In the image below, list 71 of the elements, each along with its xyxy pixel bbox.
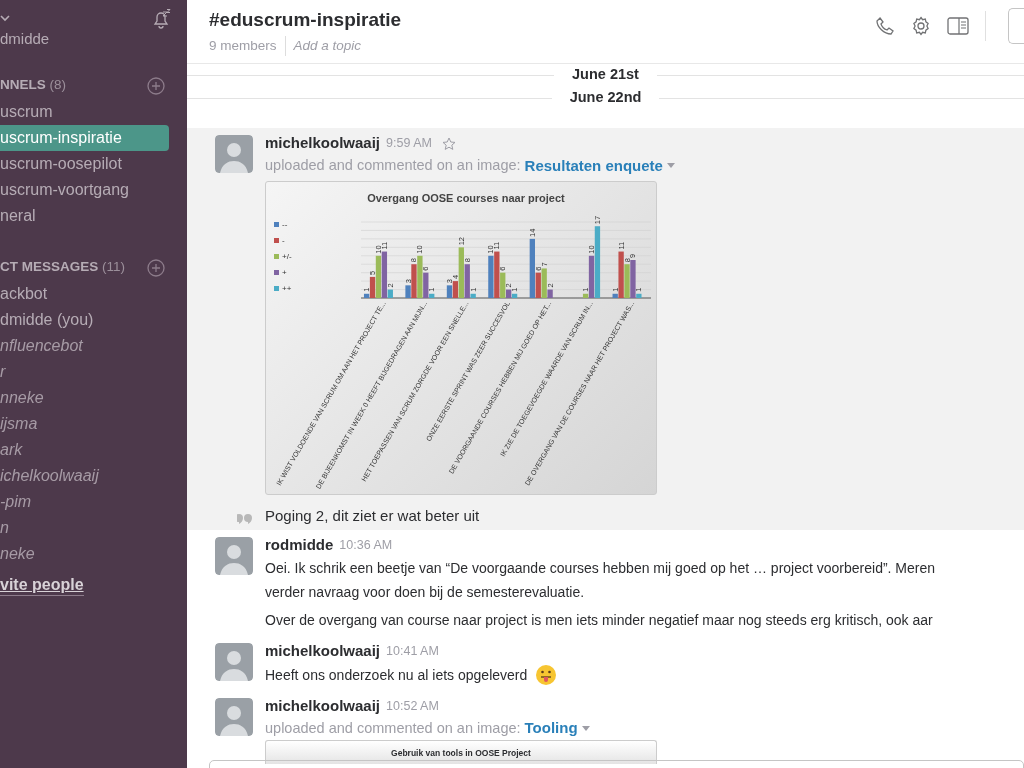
legend-label: -	[282, 236, 285, 246]
sidebar-toggle-icon[interactable]	[947, 15, 969, 36]
upload-description: uploaded and commented on an image:	[265, 156, 521, 176]
direct-message-item[interactable]: ijsma	[0, 410, 187, 437]
direct-message-item[interactable]: dmidde (you)	[0, 306, 187, 333]
date-divider: June 21st	[571, 65, 640, 85]
add-icon[interactable]	[147, 258, 165, 277]
direct-message-item[interactable]: ark	[0, 436, 187, 463]
file-link[interactable]: Tooling	[524, 717, 578, 740]
channel-item[interactable]: neral	[0, 202, 169, 229]
legend-swatch	[274, 222, 279, 228]
settings-icon[interactable]	[911, 15, 931, 36]
section-count: (8)	[49, 77, 67, 93]
message-text: Over de overgang van course naar project is men iets minder negatief maar nog steeds erg kritisch, ook aar	[265, 611, 933, 631]
timestamp[interactable]: 10:52 AM	[386, 696, 439, 716]
channel-title: #eduscrum-inspiratie	[209, 8, 402, 32]
caret-icon[interactable]	[666, 163, 675, 170]
timestamp[interactable]: 9:59 AM	[386, 134, 432, 154]
caret-icon[interactable]	[0, 15, 10, 23]
direct-message-item[interactable]: ackbot	[0, 280, 187, 307]
author-name[interactable]: michelkoolwaaij	[265, 132, 381, 155]
direct-message-item[interactable]: nneke	[0, 384, 187, 411]
star-icon[interactable]	[441, 136, 456, 151]
chart-title: Overgang OOSE courses naar project	[367, 192, 565, 205]
direct-message-item[interactable]: ichelkoolwaaij	[0, 462, 187, 489]
chart-image[interactable]	[265, 181, 657, 496]
legend-label: --	[282, 220, 288, 230]
legend-label: +	[282, 268, 287, 278]
member-count[interactable]: 9 members	[209, 36, 277, 57]
image-preview[interactable]: Gebruik van tools in OOSE Project	[265, 740, 657, 764]
avatar	[215, 537, 253, 575]
author-name[interactable]: michelkoolwaaij	[265, 695, 381, 718]
section-count: (11)	[102, 259, 126, 275]
author-name[interactable]: michelkoolwaaij	[265, 640, 381, 663]
file-link[interactable]: Resultaten enquete	[524, 155, 663, 178]
message-text: Oei. Ik schrik een beetje van “De voorgaande courses hebben mij goed op het … project voorbereid”. Meren verder navraag voor doen bij de semesterevaluatie.	[265, 559, 936, 603]
legend-swatch	[274, 286, 279, 292]
section-heading[interactable]: NNELS	[0, 77, 46, 93]
channel-item[interactable]: uscrum-voortgang	[0, 176, 169, 203]
direct-message-item[interactable]: nfluencebot	[0, 332, 187, 359]
file-comment: Poging 2, dit ziet er wat beter uit	[265, 506, 480, 527]
avatar	[215, 698, 253, 736]
add-icon[interactable]	[147, 76, 165, 95]
timestamp[interactable]: 10:41 AM	[386, 642, 439, 662]
avatar	[215, 643, 253, 682]
message-text: Heeft ons onderzoek nu al iets opgeleverd	[265, 666, 528, 685]
date-divider: June 22nd	[568, 88, 643, 108]
snooze-bell-icon[interactable]	[151, 9, 171, 29]
topic-field[interactable]: Add a topic	[293, 36, 362, 57]
phone-icon[interactable]	[875, 15, 895, 36]
legend-label: ++	[282, 284, 292, 294]
upload-description: uploaded and commented on an image:	[265, 718, 521, 738]
channel-item[interactable]: uscrum	[0, 98, 169, 125]
caret-icon[interactable]	[581, 725, 590, 732]
timestamp[interactable]: 10:36 AM	[339, 535, 393, 555]
user-name: dmidde	[0, 29, 51, 49]
search-field[interactable]	[1008, 7, 1024, 44]
direct-message-item[interactable]: r	[0, 358, 187, 385]
direct-message-item[interactable]: -pim	[0, 488, 187, 515]
legend-swatch	[274, 254, 279, 260]
legend-label: +/-	[282, 252, 292, 262]
channel-item[interactable]: uscrum-oosepilot	[0, 150, 169, 177]
channel-item[interactable]: uscrum-inspiratie	[0, 124, 169, 151]
direct-message-item[interactable]: n	[0, 514, 187, 541]
author-name[interactable]: rodmidde	[265, 534, 334, 557]
section-heading[interactable]: CT MESSAGES	[0, 259, 99, 275]
legend-swatch	[274, 238, 279, 244]
invite-link[interactable]: vite people	[0, 574, 84, 596]
direct-message-item[interactable]: neke	[0, 540, 187, 567]
legend-swatch	[274, 270, 279, 276]
avatar	[215, 135, 253, 174]
